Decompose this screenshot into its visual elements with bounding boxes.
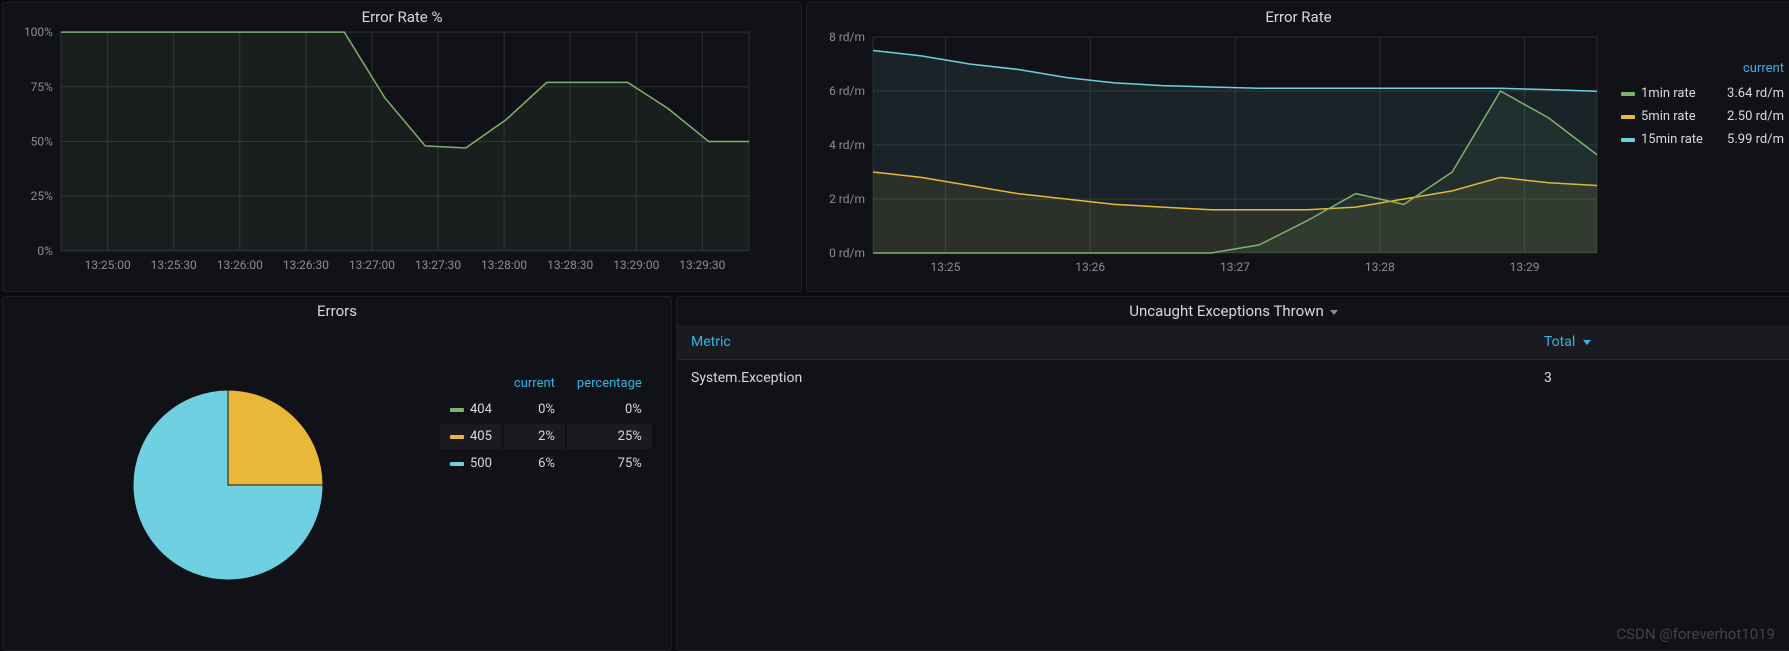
col-current: current <box>504 372 565 395</box>
svg-text:50%: 50% <box>31 134 53 148</box>
legend-swatch <box>1621 138 1635 142</box>
panel-title[interactable]: Uncaught Exceptions Thrown <box>677 297 1789 325</box>
svg-text:13:28:00: 13:28:00 <box>481 258 527 272</box>
svg-text:13:28:30: 13:28:30 <box>547 258 593 272</box>
svg-text:8 rd/m: 8 rd/m <box>829 31 865 44</box>
legend-errors: currentpercentage 404 0%0% 405 2%25% 500 6%75… <box>438 370 654 478</box>
svg-text:0 rd/m: 0 rd/m <box>829 246 865 260</box>
svg-text:13:25:30: 13:25:30 <box>151 258 197 272</box>
svg-text:13:29: 13:29 <box>1510 260 1540 274</box>
legend-pct: 75% <box>567 451 652 476</box>
svg-text:13:25: 13:25 <box>930 260 960 274</box>
svg-text:13:28: 13:28 <box>1365 260 1395 274</box>
cell-total: 3 <box>1530 360 1789 397</box>
panel-error-rate-pct[interactable]: Error Rate % 0% 25% 50% 75% 100% 13:25:00 13:2… <box>2 2 802 292</box>
svg-text:6 rd/m: 6 rd/m <box>829 84 865 98</box>
svg-text:13:27:30: 13:27:30 <box>415 258 461 272</box>
svg-text:13:29:00: 13:29:00 <box>613 258 659 272</box>
legend-value: 5.99 rd/m <box>1716 128 1789 151</box>
legend-value: 2.50 rd/m <box>1716 105 1789 128</box>
legend-label: 405 <box>470 429 492 444</box>
legend-label: 500 <box>470 456 492 471</box>
svg-text:13:27:00: 13:27:00 <box>349 258 395 272</box>
chart-error-rate-pct: 0% 25% 50% 75% 100% 13:25:00 13:25:30 13:26:00 1… <box>3 26 801 291</box>
panel-title: Error Rate % <box>3 3 801 26</box>
legend-swatch <box>450 435 464 439</box>
legend-row[interactable]: 405 2%25% <box>440 424 652 449</box>
panel-title: Error Rate <box>807 3 1789 31</box>
col-total[interactable]: Total <box>1530 325 1789 360</box>
chart-error-rate: 0 rd/m 2 rd/m 4 rd/m 6 rd/m 8 rd/m 13:25 13:26… <box>807 31 1789 291</box>
legend-swatch <box>1621 115 1635 119</box>
panel-errors[interactable]: Errors currentpercentage 404 0%0% 405 2%25%… <box>2 296 672 651</box>
col-percentage: percentage <box>567 372 652 395</box>
svg-text:13:26:00: 13:26:00 <box>217 258 263 272</box>
legend-swatch <box>450 408 464 412</box>
svg-text:2 rd/m: 2 rd/m <box>829 192 865 206</box>
panel-error-rate[interactable]: Error Rate 0 rd/m 2 rd/m 4 rd/m 6 rd/m 8 rd/… <box>806 2 1789 292</box>
legend-label: 5min rate <box>1641 109 1696 124</box>
svg-text:0%: 0% <box>37 243 53 257</box>
legend-label: 1min rate <box>1641 86 1696 101</box>
panel-uncaught-exceptions[interactable]: Uncaught Exceptions Thrown Metric Total … <box>676 296 1789 651</box>
legend-header: current <box>1615 61 1789 82</box>
legend-row[interactable]: 15min rate 5.99 rd/m <box>1615 128 1789 151</box>
svg-text:25%: 25% <box>31 189 53 203</box>
svg-text:13:25:00: 13:25:00 <box>85 258 131 272</box>
col-metric[interactable]: Metric <box>677 325 1530 360</box>
legend-current: 2% <box>504 424 565 449</box>
legend-swatch <box>450 462 464 466</box>
legend-label: 15min rate <box>1641 132 1703 147</box>
legend-swatch <box>1621 92 1635 96</box>
legend-current: 6% <box>504 451 565 476</box>
legend-pct: 0% <box>567 397 652 422</box>
svg-text:100%: 100% <box>24 26 53 39</box>
legend-pct: 25% <box>567 424 652 449</box>
legend-row[interactable]: 1min rate 3.64 rd/m <box>1615 82 1789 105</box>
legend-error-rate: current 1min rate 3.64 rd/m 5min rate 2.50 … <box>1615 61 1789 151</box>
svg-text:75%: 75% <box>31 79 53 93</box>
svg-text:4 rd/m: 4 rd/m <box>829 138 865 152</box>
legend-row[interactable]: 404 0%0% <box>440 397 652 422</box>
legend-row[interactable]: 500 6%75% <box>440 451 652 476</box>
legend-current: 0% <box>504 397 565 422</box>
chart-errors-pie: currentpercentage 404 0%0% 405 2%25% 500 6%75… <box>3 325 671 650</box>
panel-title: Errors <box>3 297 671 325</box>
svg-text:13:26: 13:26 <box>1075 260 1105 274</box>
svg-text:13:26:30: 13:26:30 <box>283 258 329 272</box>
legend-value: 3.64 rd/m <box>1716 82 1789 105</box>
svg-text:13:29:30: 13:29:30 <box>679 258 725 272</box>
legend-label: 404 <box>470 402 492 417</box>
cell-metric: System.Exception <box>677 360 1530 397</box>
legend-row[interactable]: 5min rate 2.50 rd/m <box>1615 105 1789 128</box>
table-uncaught: Metric Total System.Exception3 <box>677 325 1789 396</box>
svg-text:13:27: 13:27 <box>1220 260 1250 274</box>
table-row[interactable]: System.Exception3 <box>677 360 1789 397</box>
